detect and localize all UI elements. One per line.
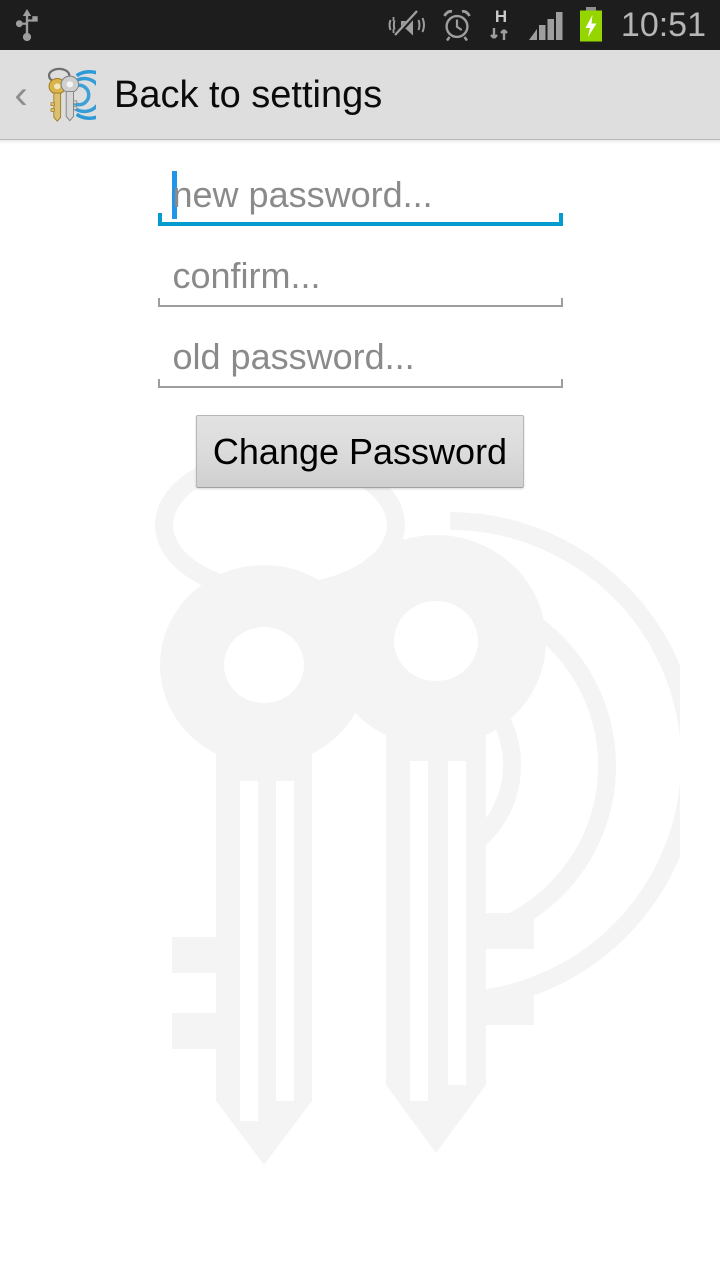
confirm-password-placeholder: confirm... [172,255,321,296]
usb-icon [15,9,38,42]
hspa-data-icon: H [490,7,508,40]
old-password-underline [157,378,563,388]
app-screen: H 10:51 ‹ Back to settings new password.… [0,0,720,1280]
status-bar-right-icons: H 10:51 [388,7,720,43]
signal-bars-icon [528,12,563,40]
alarm-clock-icon [443,9,471,42]
battery-charging-icon [579,7,602,42]
old-password-field[interactable]: old password... [157,321,563,400]
underline-bar [157,222,563,226]
status-bar-clock: 10:51 [620,6,706,44]
keepass-keys-icon [47,67,96,122]
underline-bar [157,305,563,307]
underline-bar [157,386,563,388]
confirm-password-underline [157,297,563,307]
svg-text:H: H [495,7,507,26]
underline-tick-right [558,213,563,226]
new-password-placeholder: new password... [172,174,433,215]
underline-tick-right [560,298,563,307]
confirm-password-field[interactable]: confirm... [157,240,563,319]
new-password-underline [157,213,563,226]
back-chevron-icon[interactable]: ‹ [6,75,36,115]
keepass-keys-watermark [155,448,680,1165]
content-area: new password... confirm... old password.… [0,141,720,1280]
action-bar-title: Back to settings [114,73,383,116]
change-password-form: new password... confirm... old password.… [0,141,720,488]
change-password-button[interactable]: Change Password [196,415,524,488]
old-password-placeholder: old password... [172,336,415,377]
submit-row: Change Password [0,415,720,488]
volume-mute-vibrate-icon [388,10,425,39]
status-bar: H 10:51 [0,0,720,50]
new-password-field[interactable]: new password... [157,159,563,238]
action-bar[interactable]: ‹ Back to settings [0,50,720,144]
status-bar-left-icons [0,8,388,42]
underline-tick-right [560,379,563,388]
